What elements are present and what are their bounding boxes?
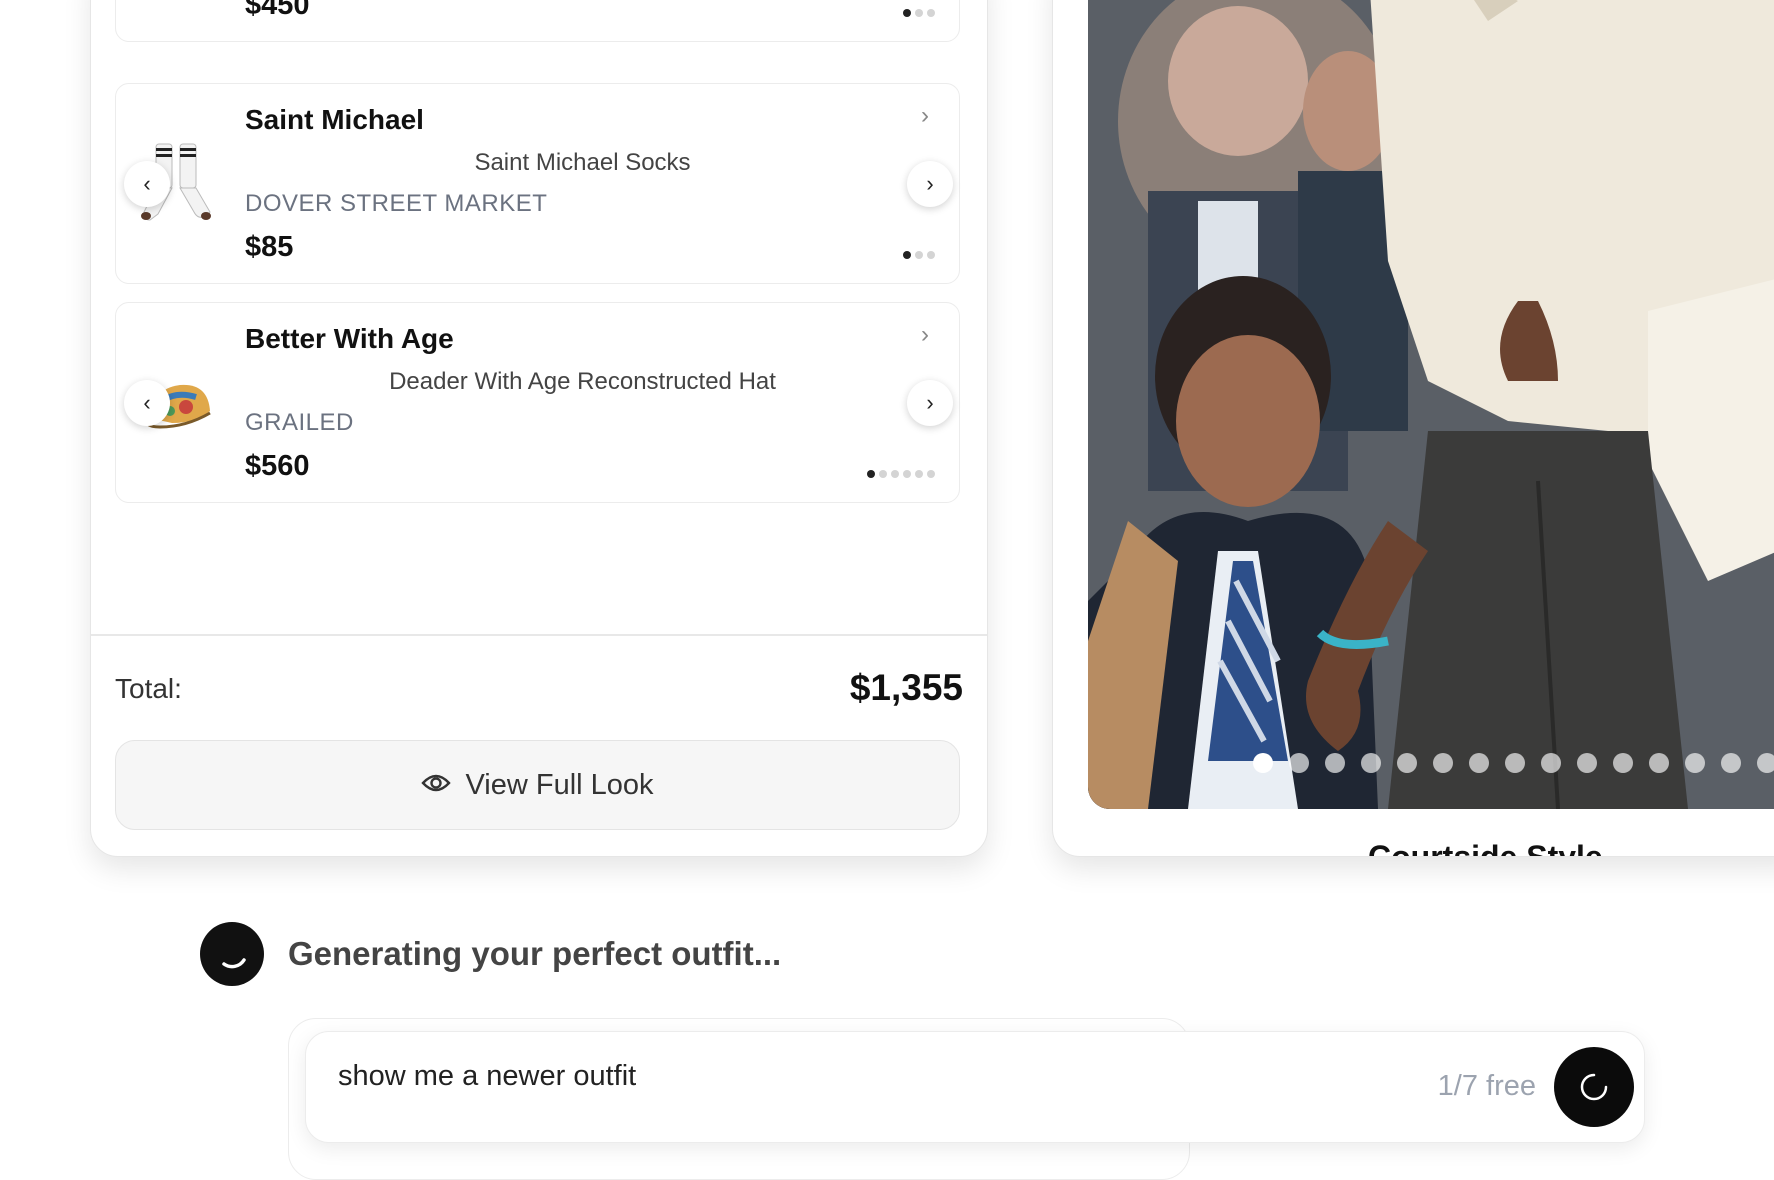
- image-pagination-dots: [867, 470, 935, 478]
- pagination-dot[interactable]: [915, 9, 923, 17]
- total-label: Total:: [115, 673, 182, 704]
- divider: [91, 634, 987, 636]
- item-store: DOVER STREET MARKET: [245, 190, 548, 217]
- image-pagination-dots: [903, 9, 935, 17]
- photo-pagination-dot[interactable]: [1649, 753, 1669, 773]
- photo-pagination-dot[interactable]: [1325, 753, 1345, 773]
- eye-icon: [421, 769, 452, 802]
- photo-pagination-dot[interactable]: [1397, 753, 1417, 773]
- item-store: GRAILED: [245, 409, 354, 436]
- next-image-button[interactable]: ›: [907, 161, 953, 207]
- photo-pagination-dot[interactable]: [1613, 753, 1633, 773]
- photo-pagination-dot[interactable]: [1721, 753, 1741, 773]
- image-pagination-dots: [903, 251, 935, 259]
- chat-input-box[interactable]: show me a newer outfit 1/7 free: [305, 1031, 1645, 1143]
- view-full-look-label: View Full Look: [465, 768, 654, 801]
- outfit-photo[interactable]: [1088, 0, 1774, 809]
- chevron-right-icon: ›: [926, 390, 934, 415]
- loading-spinner-icon: [1580, 1073, 1608, 1101]
- send-button[interactable]: [1554, 1047, 1634, 1127]
- photo-pagination-dot[interactable]: [1433, 753, 1453, 773]
- free-quota-label: 1/7 free: [1437, 1070, 1536, 1102]
- outfit-item-card[interactable]: Better With Age › ‹ Deader With Age Reco…: [115, 302, 960, 503]
- chevron-right-icon[interactable]: ›: [921, 102, 929, 130]
- look-title: Courtside Style: [1368, 839, 1603, 857]
- item-price: $85: [245, 231, 294, 263]
- chevron-right-icon: ›: [926, 171, 934, 196]
- item-price: $560: [245, 450, 310, 482]
- item-product-name: Saint Michael Socks: [474, 149, 691, 176]
- pagination-dot[interactable]: [903, 9, 911, 17]
- outfit-panel: $450 Saint Michael › ‹ Saint Michael Soc…: [90, 0, 988, 857]
- item-brand: Saint Michael: [245, 104, 424, 135]
- item-product-name: Deader With Age Reconstructed Hat: [389, 368, 776, 395]
- chat-input[interactable]: show me a newer outfit: [338, 1060, 636, 1093]
- loading-spinner-icon: [200, 922, 264, 986]
- pagination-dot[interactable]: [927, 9, 935, 17]
- photo-pagination-dot[interactable]: [1757, 753, 1774, 773]
- photo-pagination-dot[interactable]: [1253, 753, 1273, 773]
- photo-pagination-dot[interactable]: [1577, 753, 1597, 773]
- total-value: $1,355: [849, 667, 963, 708]
- photo-pagination-dots: [1253, 753, 1774, 773]
- outfit-item-card[interactable]: Saint Michael › ‹ Saint Michael Socks DO…: [115, 83, 960, 284]
- pagination-dot[interactable]: [903, 470, 911, 478]
- pagination-dot[interactable]: [903, 251, 911, 259]
- chevron-right-icon[interactable]: ›: [921, 321, 929, 349]
- photo-pagination-dot[interactable]: [1685, 753, 1705, 773]
- photo-pagination-dot[interactable]: [1505, 753, 1525, 773]
- pagination-dot[interactable]: [927, 470, 935, 478]
- photo-pagination-dot[interactable]: [1289, 753, 1309, 773]
- pagination-dot[interactable]: [915, 470, 923, 478]
- generating-status-text: Generating your perfect outfit...: [288, 935, 782, 972]
- photo-pagination-dot[interactable]: [1541, 753, 1561, 773]
- photo-pagination-dot[interactable]: [1469, 753, 1489, 773]
- pagination-dot[interactable]: [879, 470, 887, 478]
- pagination-dot[interactable]: [927, 251, 935, 259]
- photo-pagination-dot[interactable]: [1361, 753, 1381, 773]
- pagination-dot[interactable]: [867, 470, 875, 478]
- view-full-look-button[interactable]: View Full Look: [115, 740, 960, 830]
- pagination-dot[interactable]: [915, 251, 923, 259]
- item-brand: Better With Age: [245, 323, 454, 354]
- outfit-preview-panel: Courtside Style: [1052, 0, 1774, 857]
- item-price: $450: [245, 0, 310, 21]
- pagination-dot[interactable]: [891, 470, 899, 478]
- next-image-button[interactable]: ›: [907, 380, 953, 426]
- outfit-item-card[interactable]: $450: [115, 0, 960, 42]
